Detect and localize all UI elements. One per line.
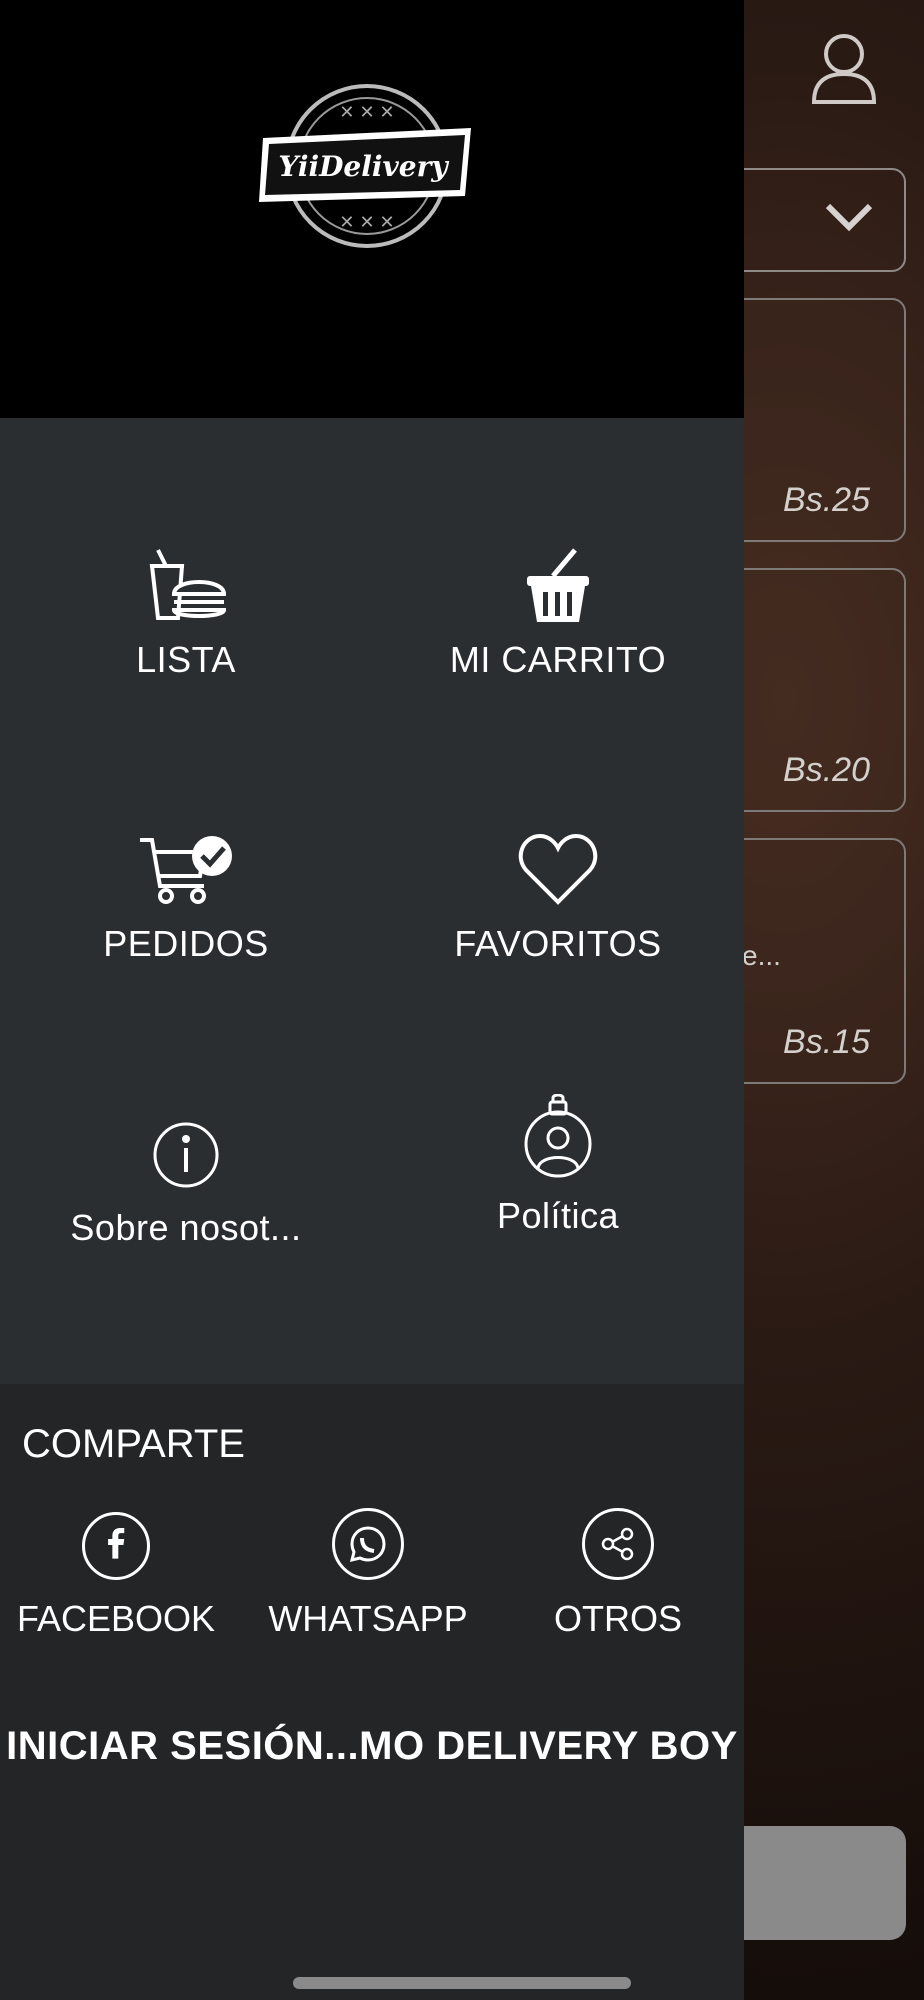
home-indicator[interactable] bbox=[293, 1977, 631, 1989]
heart-icon bbox=[372, 832, 744, 911]
share-otros-button[interactable]: OTROS bbox=[498, 1508, 738, 1640]
menu-item-label: LISTA bbox=[136, 639, 236, 680]
facebook-icon bbox=[82, 1512, 150, 1580]
drawer-header: YiiDelivery ✕ ✕ ✕ ✕ ✕ ✕ bbox=[0, 0, 744, 418]
product-price: Bs.15 bbox=[783, 1023, 870, 1061]
share-label: WHATSAPP bbox=[268, 1598, 468, 1639]
menu-item-label: FAVORITOS bbox=[454, 923, 662, 964]
menu-item-pedidos[interactable]: PEDIDOS bbox=[0, 832, 372, 965]
share-facebook-button[interactable]: FACEBOOK bbox=[0, 1512, 236, 1640]
menu-item-sobre-nosotros[interactable]: Sobre nosot... bbox=[0, 1118, 372, 1249]
product-price: Bs.25 bbox=[783, 481, 870, 519]
share-section bbox=[0, 1384, 744, 2000]
menu-item-label: Política bbox=[496, 1195, 620, 1236]
menu-item-favoritos[interactable]: FAVORITOS bbox=[372, 832, 744, 965]
share-label: OTROS bbox=[553, 1598, 682, 1639]
menu-item-label: Sobre nosot... bbox=[70, 1207, 302, 1248]
menu-item-politica[interactable]: Política bbox=[372, 1093, 744, 1237]
svg-text:YiiDelivery: YiiDelivery bbox=[278, 150, 449, 183]
privacy-icon bbox=[372, 1093, 744, 1185]
product-price: Bs.20 bbox=[783, 751, 870, 789]
menu-item-label: PEDIDOS bbox=[103, 923, 269, 964]
whatsapp-icon bbox=[332, 1508, 404, 1580]
menu-item-label: MI CARRITO bbox=[449, 639, 667, 680]
chevron-down-icon bbox=[824, 200, 874, 234]
menu-item-carrito[interactable]: MI CARRITO bbox=[372, 548, 744, 681]
product-description-snippet: e... bbox=[742, 940, 781, 971]
fastfood-icon bbox=[0, 548, 372, 629]
share-icon bbox=[582, 1508, 654, 1580]
svg-text:✕ ✕ ✕: ✕ ✕ ✕ bbox=[339, 212, 394, 232]
info-icon bbox=[0, 1118, 372, 1195]
app-logo: YiiDelivery ✕ ✕ ✕ ✕ ✕ ✕ bbox=[255, 78, 480, 253]
svg-text:✕ ✕ ✕: ✕ ✕ ✕ bbox=[339, 102, 394, 122]
login-delivery-boy-button[interactable]: INICIAR SESIÓN...MO DELIVERY BOY bbox=[0, 1724, 744, 1769]
basket-icon bbox=[372, 548, 744, 629]
share-whatsapp-button[interactable]: WHATSAPP bbox=[248, 1508, 488, 1640]
user-profile-icon[interactable] bbox=[808, 30, 880, 106]
share-title: COMPARTE bbox=[22, 1422, 245, 1466]
menu-item-lista[interactable]: LISTA bbox=[0, 548, 372, 681]
share-label: FACEBOOK bbox=[16, 1598, 216, 1639]
cart-check-icon bbox=[0, 832, 372, 911]
